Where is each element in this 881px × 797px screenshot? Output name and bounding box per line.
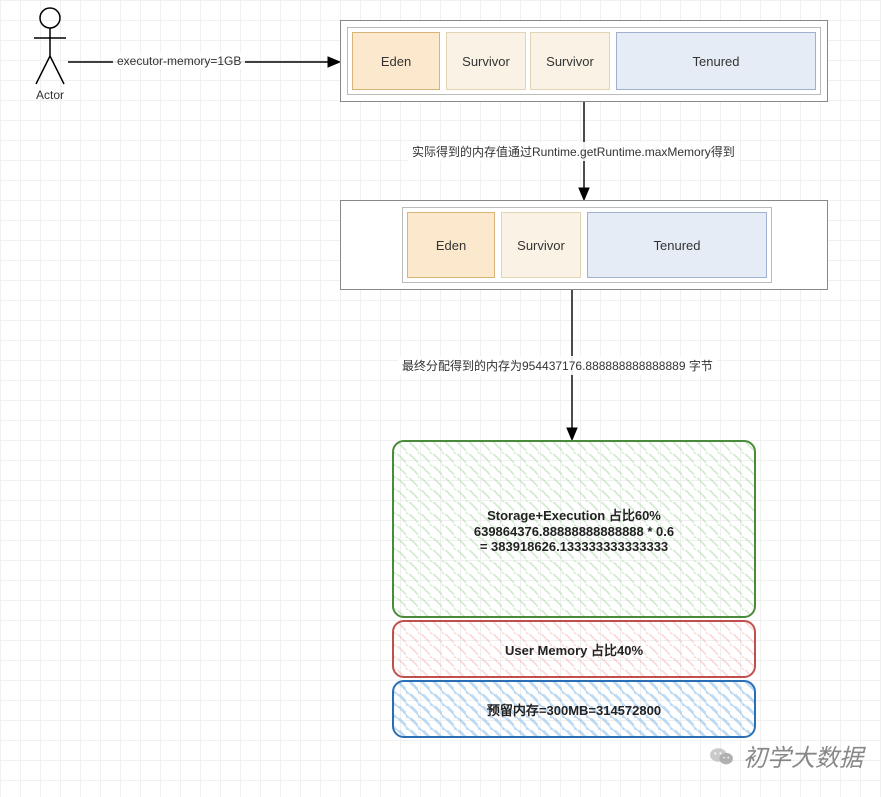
actor-label: Actor (30, 88, 70, 102)
allocation-stack: Storage+Execution 占比60% 639864376.888888… (392, 440, 756, 740)
reserved-memory-title: 预留内存=300MB=314572800 (487, 703, 661, 718)
actor-figure: Actor (30, 6, 70, 102)
survivor-region-single: Survivor (501, 212, 581, 278)
memory-box-runtime: Eden Survivor Tenured (340, 200, 828, 290)
label-exec-memory: executor-memory=1GB (113, 53, 245, 69)
eden-region-2: Eden (407, 212, 495, 278)
storage-execution-calc2: = 383918626.133333333333333 (480, 539, 668, 554)
eden-region: Eden (352, 32, 440, 90)
memory-box-full: Eden Survivor Survivor Tenured (340, 20, 828, 102)
label-final: 最终分配得到的内存为954437176.888888888888889 字节 (398, 356, 717, 375)
memory-box-runtime-inner: Eden Survivor Tenured (402, 207, 772, 283)
storage-execution-segment: Storage+Execution 占比60% 639864376.888888… (392, 440, 756, 618)
actor-icon (32, 6, 68, 86)
label-runtime: 实际得到的内存值通过Runtime.getRuntime.maxMemory得到 (408, 142, 739, 161)
user-memory-title: User Memory 占比40% (505, 643, 643, 658)
watermark-text: 初学大数据 (743, 738, 863, 773)
storage-execution-calc1: 639864376.88888888888888 * 0.6 (474, 524, 674, 539)
tenured-region-2: Tenured (587, 212, 767, 278)
storage-execution-title: Storage+Execution 占比60% (487, 508, 661, 523)
reserved-memory-segment: 预留内存=300MB=314572800 (392, 680, 756, 738)
user-memory-segment: User Memory 占比40% (392, 620, 756, 678)
tenured-region: Tenured (616, 32, 816, 90)
memory-box-full-inner: Eden Survivor Survivor Tenured (347, 27, 821, 95)
watermark: 初学大数据 (709, 738, 863, 773)
survivor-region-2: Survivor (530, 32, 610, 90)
survivor-region-1: Survivor (446, 32, 526, 90)
wechat-icon (709, 745, 735, 767)
